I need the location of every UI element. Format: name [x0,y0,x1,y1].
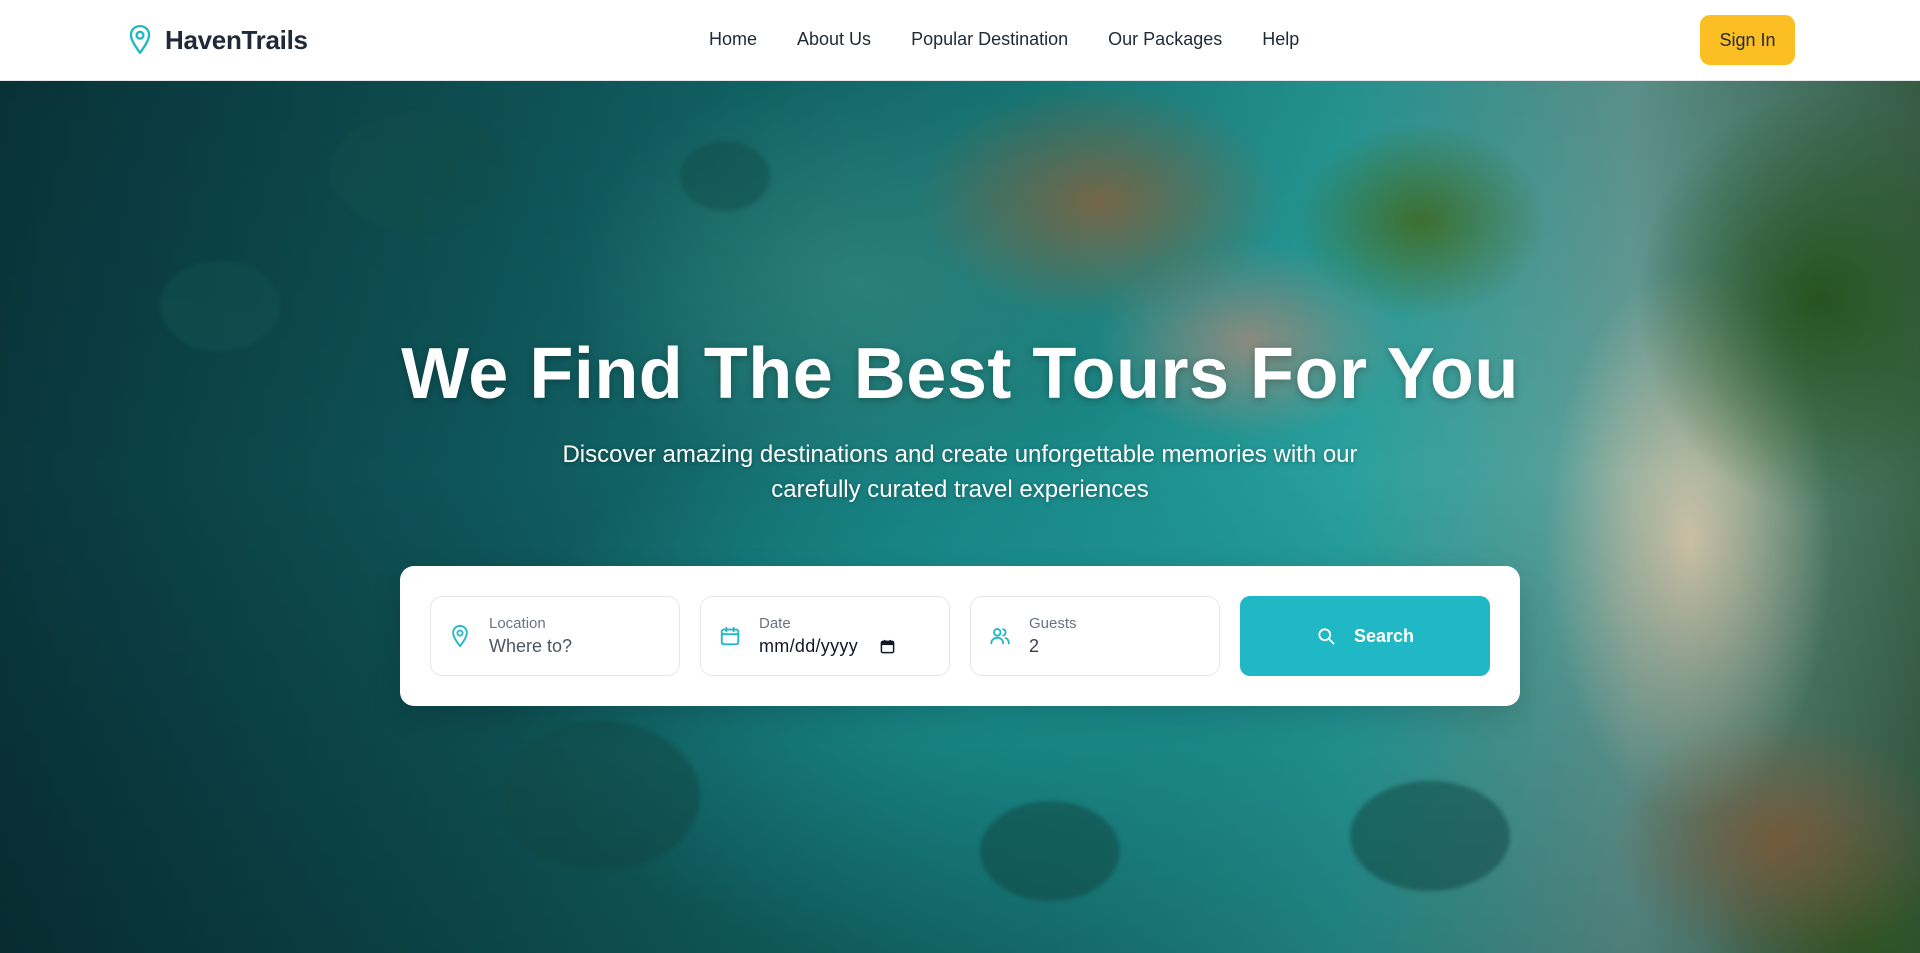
location-field[interactable]: Location [430,596,680,676]
hero-section: We Find The Best Tours For You Discover … [0,81,1920,953]
date-input[interactable]: mm/dd/yyyy [759,636,858,657]
nav-link-help[interactable]: Help [1262,29,1299,50]
nav-link-popular-destination[interactable]: Popular Destination [911,29,1068,50]
search-card: Location Date mm/dd/yyyy [400,566,1520,706]
map-pin-icon [129,24,151,54]
search-button-label: Search [1353,625,1415,646]
date-picker-icon[interactable] [880,639,895,654]
search-icon [1318,628,1335,645]
nav-link-home[interactable]: Home [709,29,757,50]
guests-input[interactable] [1029,636,1219,657]
sign-in-button[interactable]: Sign In [1700,15,1795,65]
navbar: HavenTrails Home About Us Popular Destin… [0,0,1920,81]
location-input[interactable] [489,636,679,657]
brand-name: HavenTrails [165,24,308,55]
map-pin-icon [452,625,468,647]
hero-subtitle: Discover amazing destinations and create… [562,441,1358,503]
search-button[interactable]: Search [1240,596,1490,676]
location-label: Location [489,615,546,632]
nav-link-about-us[interactable]: About Us [797,29,871,50]
date-field[interactable]: Date mm/dd/yyyy [700,596,950,676]
nav-link-our-packages[interactable]: Our Packages [1108,29,1222,50]
guests-field[interactable]: Guests [970,596,1220,676]
date-label: Date [759,615,791,632]
brand-logo[interactable]: HavenTrails [127,24,308,56]
calendar-icon [720,626,740,646]
users-icon [990,628,1010,645]
hero-title: We Find The Best Tours For You [401,334,1519,414]
main-nav: Home About Us Popular Destination Our Pa… [709,29,1299,50]
guests-label: Guests [1029,615,1077,632]
hero-overlay [0,81,1920,953]
